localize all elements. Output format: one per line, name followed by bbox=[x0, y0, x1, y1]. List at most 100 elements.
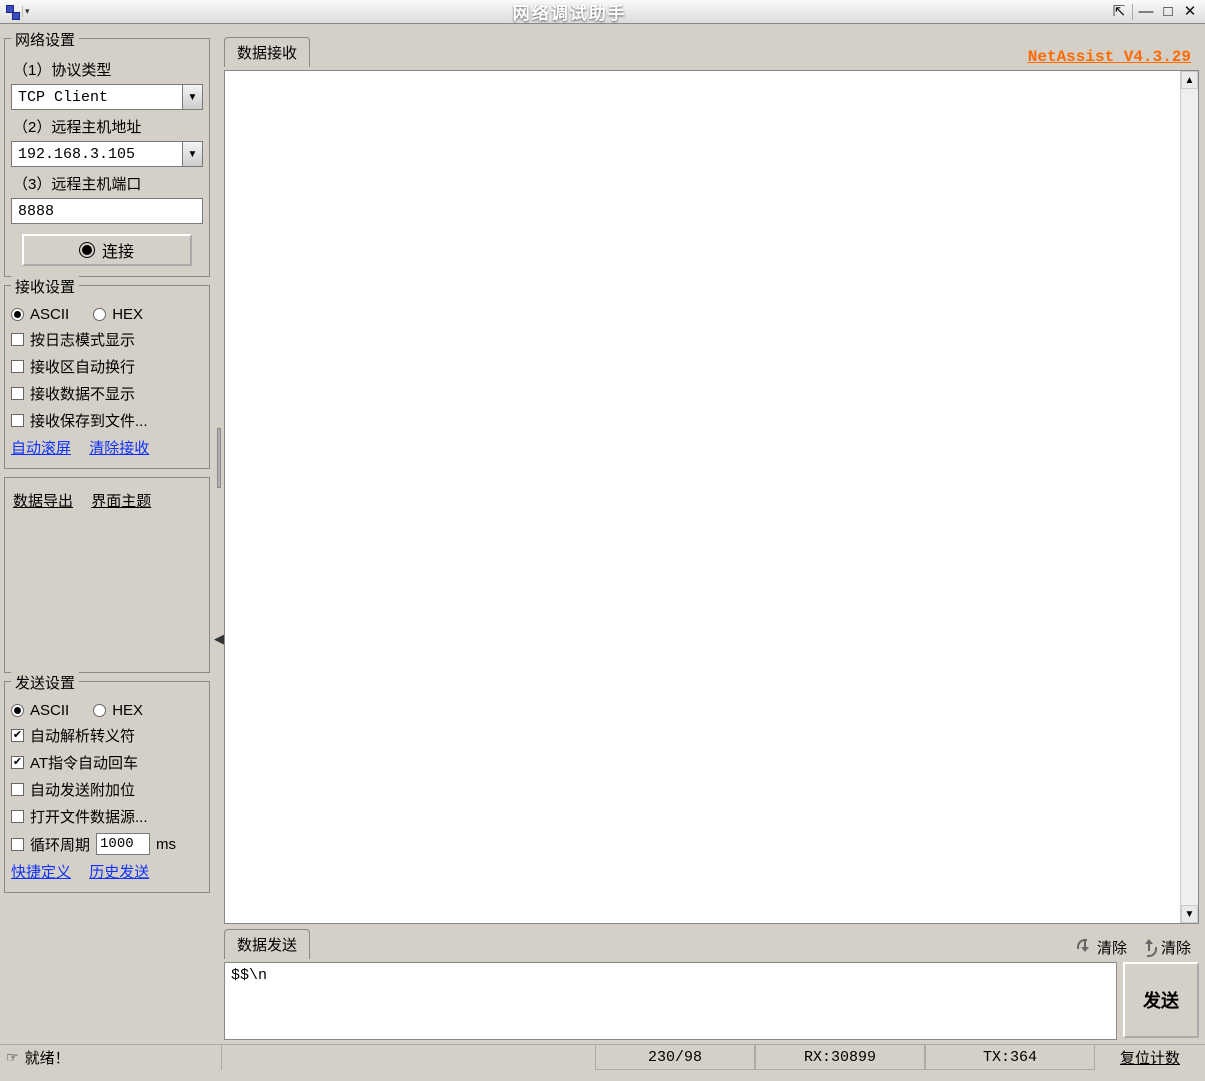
chk-auto-append-label: 自动发送附加位 bbox=[30, 779, 135, 800]
radio-recv-hex[interactable] bbox=[93, 308, 106, 321]
titlebar: ▾ 网络调试助手 ⇱ ― □ ✕ bbox=[0, 0, 1205, 24]
radio-send-hex[interactable] bbox=[93, 704, 106, 717]
group-network-title: 网络设置 bbox=[11, 29, 79, 50]
menubar-strip bbox=[0, 24, 1205, 34]
clear-down-button[interactable]: 清除 bbox=[1079, 937, 1127, 958]
app-icon bbox=[4, 4, 20, 20]
chk-auto-wrap[interactable] bbox=[11, 360, 24, 373]
tab-data-send-label: 数据发送 bbox=[237, 937, 297, 954]
chk-log-mode-label: 按日志模式显示 bbox=[30, 329, 135, 350]
chk-open-file-source-label: 打开文件数据源... bbox=[30, 806, 148, 827]
send-textarea[interactable] bbox=[224, 962, 1117, 1040]
link-history-send[interactable]: 历史发送 bbox=[89, 864, 149, 881]
version-link[interactable]: NetAssist V4.3.29 bbox=[1028, 48, 1199, 66]
splitter[interactable]: ◀ bbox=[214, 34, 224, 1044]
maximize-button[interactable]: □ bbox=[1159, 4, 1177, 20]
chk-at-auto-cr[interactable] bbox=[11, 756, 24, 769]
input-remote-port[interactable] bbox=[11, 198, 203, 224]
minimize-button[interactable]: ― bbox=[1137, 4, 1155, 20]
chevron-down-icon[interactable]: ▼ bbox=[182, 85, 202, 109]
combo-protocol[interactable]: TCP Client ▼ bbox=[11, 84, 203, 110]
chk-log-mode[interactable] bbox=[11, 333, 24, 346]
app-body: 网络设置 （1）协议类型 TCP Client ▼ （2）远程主机地址 192.… bbox=[0, 34, 1205, 1044]
scroll-up-icon[interactable]: ▲ bbox=[1181, 71, 1198, 89]
chevron-down-icon[interactable]: ▼ bbox=[182, 142, 202, 166]
radio-recv-ascii-label: ASCII bbox=[30, 306, 69, 323]
link-autoscroll[interactable]: 自动滚屏 bbox=[11, 440, 71, 457]
arrow-down-icon bbox=[1079, 941, 1093, 955]
status-tx: TX:364 bbox=[925, 1045, 1095, 1070]
clear-group: 清除 清除 bbox=[1079, 937, 1199, 958]
send-tab-header: 数据发送 清除 清除 bbox=[224, 928, 1199, 958]
group-recv-settings: 接收设置 ASCII HEX 按日志模式显示 接收区自动换行 接收数据不显示 bbox=[4, 285, 210, 469]
input-cycle-period[interactable] bbox=[96, 833, 150, 855]
link-shortcut-define[interactable]: 快捷定义 bbox=[11, 864, 71, 881]
status-spacer bbox=[222, 1045, 595, 1070]
group-send-settings: 发送设置 ASCII HEX 自动解析转义符 AT指令自动回车 自动发送附加位 bbox=[4, 681, 210, 893]
window-title: 网络调试助手 bbox=[36, 0, 1104, 24]
system-menu-dropdown[interactable]: ▾ bbox=[22, 6, 32, 17]
scroll-track[interactable] bbox=[1181, 89, 1198, 905]
radio-send-ascii-label: ASCII bbox=[30, 702, 69, 719]
main-panel: 数据接收 NetAssist V4.3.29 ▲ ▼ 数据发送 清除 bbox=[224, 34, 1205, 1044]
cycle-unit-label: ms bbox=[156, 836, 176, 853]
chk-auto-wrap-label: 接收区自动换行 bbox=[30, 356, 135, 377]
connect-button-label: 连接 bbox=[102, 238, 134, 262]
tab-data-send[interactable]: 数据发送 bbox=[224, 929, 310, 959]
arrow-up-icon bbox=[1143, 941, 1157, 955]
label-remote-host: （2）远程主机地址 bbox=[13, 116, 203, 137]
status-left: ☞ 就绪！ bbox=[0, 1045, 222, 1070]
record-icon bbox=[80, 243, 94, 257]
radio-recv-hex-label: HEX bbox=[112, 306, 143, 323]
link-ui-theme[interactable]: 界面主题 bbox=[91, 493, 151, 510]
sidebar: 网络设置 （1）协议类型 TCP Client ▼ （2）远程主机地址 192.… bbox=[0, 34, 214, 1044]
send-button-label: 发送 bbox=[1143, 987, 1179, 1013]
recv-tab-header: 数据接收 NetAssist V4.3.29 bbox=[224, 38, 1199, 66]
chk-at-auto-cr-label: AT指令自动回车 bbox=[30, 752, 138, 773]
chk-hide-recv[interactable] bbox=[11, 387, 24, 400]
chk-parse-escape[interactable] bbox=[11, 729, 24, 742]
recv-textarea[interactable] bbox=[225, 71, 1180, 923]
chk-auto-append[interactable] bbox=[11, 783, 24, 796]
link-clear-recv[interactable]: 清除接收 bbox=[89, 440, 149, 457]
hand-icon: ☞ bbox=[6, 1049, 19, 1066]
chk-parse-escape-label: 自动解析转义符 bbox=[30, 725, 135, 746]
clear-down-label: 清除 bbox=[1097, 937, 1127, 958]
chk-cycle-period-label: 循环周期 bbox=[30, 834, 90, 855]
link-data-export[interactable]: 数据导出 bbox=[13, 493, 73, 510]
label-protocol: （1）协议类型 bbox=[13, 59, 203, 80]
pin-icon[interactable]: ⇱ bbox=[1110, 4, 1128, 20]
chk-save-to-file[interactable] bbox=[11, 414, 24, 427]
combo-protocol-value: TCP Client bbox=[12, 89, 182, 106]
chk-cycle-period[interactable] bbox=[11, 838, 24, 851]
connect-button[interactable]: 连接 bbox=[22, 234, 192, 266]
clear-up-label: 清除 bbox=[1161, 937, 1191, 958]
reset-counter-button[interactable]: 复位计数 bbox=[1095, 1047, 1205, 1068]
clear-up-button[interactable]: 清除 bbox=[1143, 937, 1191, 958]
group-extra: 数据导出 界面主题 bbox=[4, 477, 210, 673]
collapse-left-icon[interactable]: ◀ bbox=[214, 628, 224, 650]
close-button[interactable]: ✕ bbox=[1181, 4, 1199, 20]
chk-hide-recv-label: 接收数据不显示 bbox=[30, 383, 135, 404]
group-send-title: 发送设置 bbox=[11, 672, 79, 693]
scroll-down-icon[interactable]: ▼ bbox=[1181, 905, 1198, 923]
label-remote-port: （3）远程主机端口 bbox=[13, 173, 203, 194]
group-recv-title: 接收设置 bbox=[11, 276, 79, 297]
status-counts: 230/98 bbox=[595, 1045, 755, 1070]
send-row: 发送 bbox=[224, 962, 1199, 1040]
recv-scrollbar[interactable]: ▲ ▼ bbox=[1180, 71, 1198, 923]
chk-save-to-file-label: 接收保存到文件... bbox=[30, 410, 148, 431]
status-ready-label: 就绪！ bbox=[25, 1047, 70, 1068]
radio-send-ascii[interactable] bbox=[11, 704, 24, 717]
radio-recv-ascii[interactable] bbox=[11, 308, 24, 321]
statusbar: ☞ 就绪！ 230/98 RX:30899 TX:364 复位计数 bbox=[0, 1044, 1205, 1070]
chk-open-file-source[interactable] bbox=[11, 810, 24, 823]
send-button[interactable]: 发送 bbox=[1123, 962, 1199, 1038]
combo-remote-host[interactable]: 192.168.3.105 ▼ bbox=[11, 141, 203, 167]
titlebar-right: ⇱ ― □ ✕ bbox=[1104, 4, 1205, 20]
combo-remote-host-value: 192.168.3.105 bbox=[12, 146, 182, 163]
titlebar-left: ▾ bbox=[0, 4, 36, 20]
tab-data-recv[interactable]: 数据接收 bbox=[224, 37, 310, 67]
titlebar-separator bbox=[1132, 4, 1133, 20]
group-network-settings: 网络设置 （1）协议类型 TCP Client ▼ （2）远程主机地址 192.… bbox=[4, 38, 210, 277]
